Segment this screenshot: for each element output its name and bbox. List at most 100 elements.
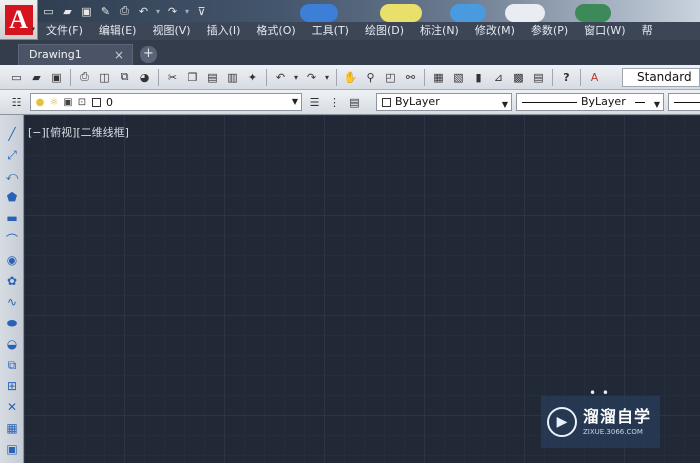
redo-dropdown-icon[interactable]: ▾ xyxy=(183,7,191,16)
arc-icon[interactable]: ⌒ xyxy=(3,230,21,248)
layers-toolbar: ☷ ● ☼ ▣ ⊡ 0 ▼ ☰ ⋮ ▤ ByLayer ▼ ByLayer ▼ xyxy=(0,90,700,115)
watermark-text: 溜溜自学 ZIXUE.3066.COM xyxy=(583,407,651,437)
sheet-set-icon[interactable]: ⊿ xyxy=(490,69,507,86)
menu-parametric[interactable]: 参数(P) xyxy=(523,22,576,40)
undo-dropdown-icon[interactable]: ▾ xyxy=(292,69,300,86)
tab-drawing1[interactable]: Drawing1 × xyxy=(18,44,133,65)
text-style-icon[interactable]: A xyxy=(586,69,603,86)
zoom-previous-icon[interactable]: ⚯ xyxy=(402,69,419,86)
menu-file[interactable]: 文件(F) xyxy=(38,22,91,40)
polyline-icon[interactable]: ⤺ xyxy=(3,167,21,185)
menu-modify[interactable]: 修改(M) xyxy=(467,22,523,40)
polygon-icon[interactable]: ⬟ xyxy=(3,188,21,206)
undo-icon[interactable]: ↶ xyxy=(272,69,289,86)
cut-icon[interactable]: ✂ xyxy=(164,69,181,86)
rectangle-icon[interactable]: ▬ xyxy=(3,209,21,227)
linetype-dropdown[interactable]: ByLayer ▼ xyxy=(516,93,664,111)
make-block-icon[interactable]: ⊞ xyxy=(3,377,21,395)
point-icon[interactable]: ✕ xyxy=(3,398,21,416)
design-center-icon[interactable]: ▧ xyxy=(450,69,467,86)
layer-manager-icon[interactable]: ☷ xyxy=(8,94,25,111)
menu-edit[interactable]: 编辑(E) xyxy=(91,22,145,40)
render-icon[interactable]: ◕ xyxy=(136,69,153,86)
make-current-layer-icon[interactable]: ☰ xyxy=(306,94,323,111)
menu-window[interactable]: 窗口(W) xyxy=(576,22,633,40)
help-icon[interactable]: ? xyxy=(558,69,575,86)
new-file-icon[interactable]: ▭ xyxy=(40,3,57,20)
publish-icon[interactable]: ⧉ xyxy=(116,69,133,86)
blurred-blob xyxy=(575,4,611,22)
pan-hand-icon[interactable]: ✋ xyxy=(342,69,359,86)
layer-dropdown[interactable]: ● ☼ ▣ ⊡ 0 ▼ xyxy=(30,93,302,111)
linetype-preview xyxy=(522,102,577,103)
tool-palettes-icon[interactable]: ▮ xyxy=(470,69,487,86)
layer-previous-icon[interactable]: ⋮ xyxy=(326,94,343,111)
chevron-down-icon: ▼ xyxy=(291,97,298,106)
line-icon[interactable]: ╱ xyxy=(3,125,21,143)
revision-cloud-icon[interactable]: ✿ xyxy=(3,272,21,290)
open-folder-icon[interactable]: ▰ xyxy=(28,69,45,86)
current-layer-name: 0 xyxy=(106,95,113,109)
block-editor-icon[interactable]: ✦ xyxy=(244,69,261,86)
spline-icon[interactable]: ∿ xyxy=(3,293,21,311)
watermark-title: 溜溜自学 xyxy=(583,407,652,426)
menu-help[interactable]: 帮 xyxy=(634,22,661,40)
draw-toolbar: ╱ ⤢ ⤺ ⬟ ▬ ⌒ ◉ ✿ ∿ ⬬ ◒ ⧉ ⊞ ✕ ▦ ▣ xyxy=(0,115,24,463)
menu-draw[interactable]: 绘图(D) xyxy=(357,22,412,40)
close-icon[interactable]: × xyxy=(114,45,124,65)
insert-block-icon[interactable]: ⧉ xyxy=(3,356,21,374)
new-file-icon[interactable]: ▭ xyxy=(8,69,25,86)
layer-lock-icon: ⊡ xyxy=(77,96,87,108)
print-preview-icon[interactable]: ◫ xyxy=(96,69,113,86)
customize-dropdown-icon[interactable]: ⊽ xyxy=(193,3,210,20)
linetype-value: ByLayer xyxy=(581,95,626,108)
open-folder-icon[interactable]: ▰ xyxy=(59,3,76,20)
menu-view[interactable]: 视图(V) xyxy=(144,22,198,40)
menu-dimension[interactable]: 标注(N) xyxy=(412,22,467,40)
menu-tools[interactable]: 工具(T) xyxy=(304,22,357,40)
redo-dropdown-icon[interactable]: ▾ xyxy=(323,69,331,86)
properties-icon[interactable]: ▦ xyxy=(430,69,447,86)
title-bar: ▭ ▰ ▣ ✎ ⎙ ↶ ▾ ↷ ▾ ⊽ xyxy=(0,0,700,22)
layer-viewport-icon: ▣ xyxy=(63,96,73,108)
ellipse-icon[interactable]: ⬬ xyxy=(3,314,21,332)
redo-icon[interactable]: ↷ xyxy=(303,69,320,86)
redo-icon[interactable]: ↷ xyxy=(164,3,181,20)
file-tab-bar: Drawing1 × + xyxy=(0,40,700,65)
application-menu-button[interactable]: A ▾ xyxy=(0,0,38,40)
toolbar-separator xyxy=(266,68,267,86)
gradient-icon[interactable]: ▣ xyxy=(3,440,21,458)
ellipse-arc-icon[interactable]: ◒ xyxy=(3,335,21,353)
undo-dropdown-icon[interactable]: ▾ xyxy=(154,7,162,16)
standard-toolbar: ▭ ▰ ▣ ⎙ ◫ ⧉ ◕ ✂ ❐ ▤ ▥ ✦ ↶ ▾ ↷ ▾ ✋ ⚲ ◰ ⚯ … xyxy=(0,65,700,90)
text-style-select[interactable]: Standard xyxy=(622,68,700,87)
hatch-icon[interactable]: ▦ xyxy=(3,419,21,437)
zoom-realtime-icon[interactable]: ⚲ xyxy=(362,69,379,86)
menu-format[interactable]: 格式(O) xyxy=(248,22,303,40)
new-tab-button[interactable]: + xyxy=(140,46,157,63)
match-properties-icon[interactable]: ▥ xyxy=(224,69,241,86)
layer-states-icon[interactable]: ▤ xyxy=(346,94,363,111)
toolbar-separator xyxy=(336,68,337,86)
zoom-window-icon[interactable]: ◰ xyxy=(382,69,399,86)
save-as-icon[interactable]: ✎ xyxy=(97,3,114,20)
undo-icon[interactable]: ↶ xyxy=(135,3,152,20)
chevron-down-icon: ▼ xyxy=(501,100,508,109)
color-dropdown[interactable]: ByLayer ▼ xyxy=(376,93,512,111)
save-icon[interactable]: ▣ xyxy=(78,3,95,20)
chevron-down-icon: ▼ xyxy=(653,100,660,109)
lineweight-dropdown[interactable] xyxy=(668,93,700,111)
save-icon[interactable]: ▣ xyxy=(48,69,65,86)
circle-icon[interactable]: ◉ xyxy=(3,251,21,269)
paste-icon[interactable]: ▤ xyxy=(204,69,221,86)
print-icon[interactable]: ⎙ xyxy=(116,3,133,20)
construction-line-icon[interactable]: ⤢ xyxy=(3,146,21,164)
menu-insert[interactable]: 插入(I) xyxy=(199,22,249,40)
watermark-subtitle: ZIXUE.3066.COM xyxy=(583,428,643,436)
markup-icon[interactable]: ▩ xyxy=(510,69,527,86)
quickcalc-icon[interactable]: ▤ xyxy=(530,69,547,86)
print-icon[interactable]: ⎙ xyxy=(76,69,93,86)
blurred-blob xyxy=(300,4,338,22)
copy-icon[interactable]: ❐ xyxy=(184,69,201,86)
viewport-controls-label[interactable]: [−][俯视][二维线框] xyxy=(28,124,129,140)
